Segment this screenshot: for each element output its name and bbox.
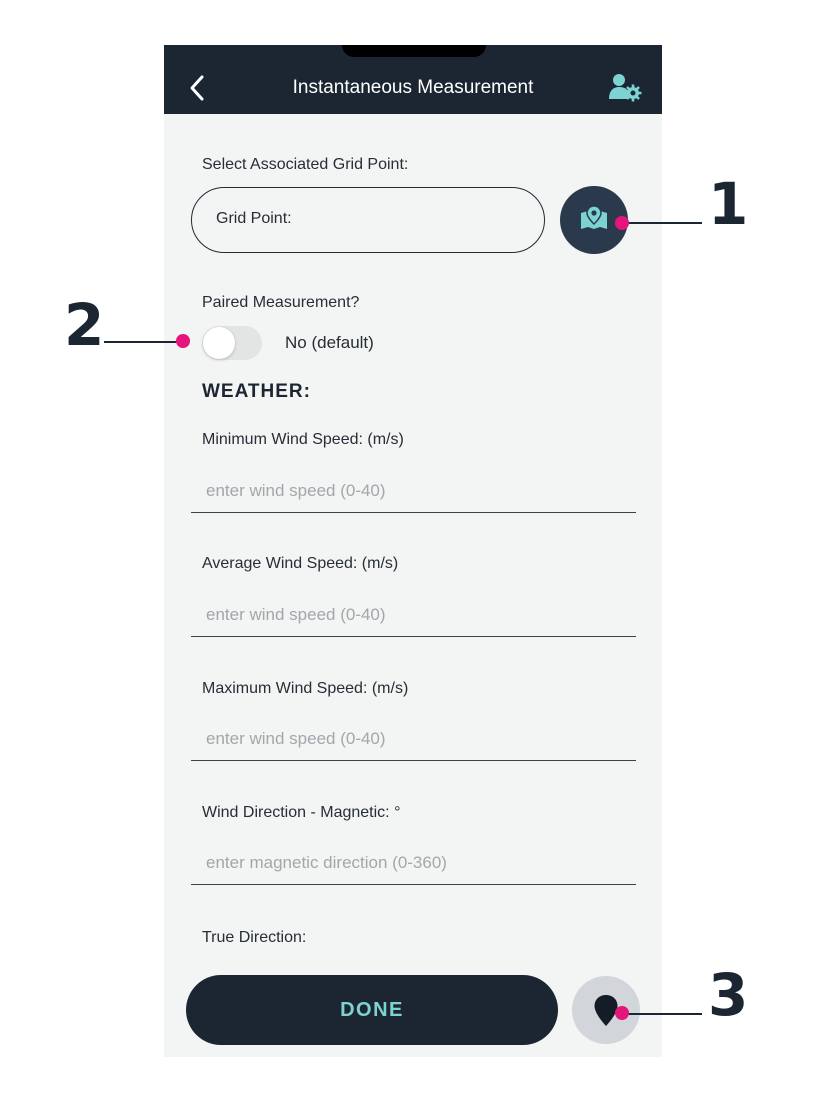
true-direction-label: True Direction:	[202, 929, 307, 946]
min-wind-speed-input[interactable]	[191, 472, 636, 510]
page-title: Instantaneous Measurement	[292, 77, 534, 98]
wind-direction-field	[191, 844, 636, 885]
paired-measurement-label: Paired Measurement?	[202, 294, 360, 311]
max-wind-speed-label: Maximum Wind Speed: (m/s)	[202, 680, 409, 697]
callout-dot-2	[176, 334, 190, 348]
location-pin-icon	[594, 995, 618, 1026]
grid-point-label: Select Associated Grid Point:	[202, 156, 409, 173]
min-wind-speed-label: Minimum Wind Speed: (m/s)	[202, 431, 404, 448]
grid-point-input-text: Grid Point:	[216, 210, 292, 227]
callout-number-3: 3	[708, 961, 749, 1029]
user-settings-icon	[609, 74, 642, 102]
callout-line-3	[622, 1013, 702, 1015]
toggle-state-label: No (default)	[285, 333, 374, 352]
min-wind-speed-field	[191, 472, 636, 513]
avg-wind-speed-label: Average Wind Speed: (m/s)	[202, 555, 399, 572]
max-wind-speed-field	[191, 720, 636, 761]
wind-direction-input[interactable]	[191, 844, 636, 882]
avg-wind-speed-field	[191, 596, 636, 637]
profile-settings-button[interactable]	[608, 72, 642, 102]
callout-line-2	[104, 341, 184, 343]
callout-number-1: 1	[708, 170, 749, 238]
toggle-knob	[203, 327, 235, 359]
weather-heading: WEATHER:	[202, 381, 311, 402]
app-header: Instantaneous Measurement	[164, 45, 662, 114]
back-button[interactable]	[186, 73, 210, 103]
done-button[interactable]: DONE	[186, 975, 558, 1045]
callout-number-2: 2	[64, 291, 105, 359]
callout-dot-1	[615, 216, 629, 230]
grid-point-input[interactable]: Grid Point:	[191, 187, 545, 253]
max-wind-speed-input[interactable]	[191, 720, 636, 758]
phone-screen: Instantaneous Measurement Select Associa…	[164, 45, 662, 1057]
chevron-left-icon	[190, 75, 204, 101]
callout-dot-3	[615, 1006, 629, 1020]
callout-line-1	[622, 222, 702, 224]
device-notch	[342, 45, 486, 57]
paired-measurement-toggle[interactable]	[202, 326, 262, 360]
wind-direction-label: Wind Direction - Magnetic: °	[202, 804, 401, 821]
location-button[interactable]	[572, 976, 640, 1044]
avg-wind-speed-input[interactable]	[191, 596, 636, 634]
